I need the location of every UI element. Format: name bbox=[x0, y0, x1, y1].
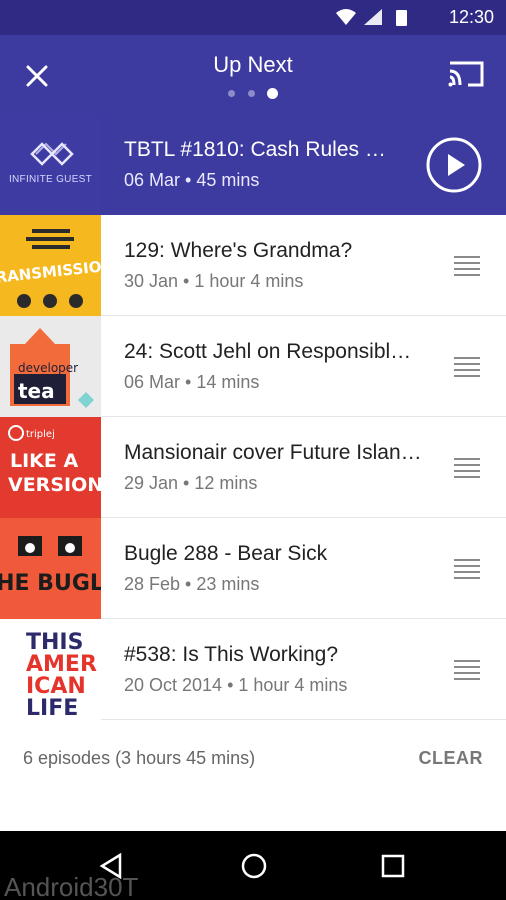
transmission-artwork-icon: TRANSMISSION bbox=[0, 215, 101, 316]
episode-queue: TRANSMISSION 129: Where's Grandma? 30 Ja… bbox=[0, 215, 506, 720]
watermark: Android30T bbox=[4, 872, 139, 900]
app-bar: Up Next bbox=[0, 35, 506, 114]
list-item[interactable]: developer tea 24: Scott Jehl on Responsi… bbox=[0, 316, 506, 417]
drag-handle-icon[interactable] bbox=[454, 457, 480, 479]
clear-button[interactable]: CLEAR bbox=[419, 748, 484, 769]
podcast-artwork: THIS AMER ICAN LIFE bbox=[0, 619, 101, 720]
now-playing-title: TBTL #1810: Cash Rules Everything Around… bbox=[124, 138, 394, 161]
this-american-life-artwork-icon: THIS AMER ICAN LIFE bbox=[0, 619, 101, 720]
page-title: Up Next bbox=[213, 52, 293, 77]
now-playing-meta: 06 Mar • 45 mins bbox=[124, 170, 260, 190]
episode-meta: 06 Mar • 14 mins bbox=[124, 372, 260, 392]
now-playing[interactable]: INFINITE GUEST TBTL #1810: Cash Rules Ev… bbox=[0, 114, 506, 215]
nav-bar: Android30T bbox=[0, 831, 506, 900]
status-time: 12:30 bbox=[448, 7, 494, 27]
episode-title: Mansionair cover Future Islands bbox=[124, 441, 422, 464]
infinite-guest-logo-icon bbox=[30, 142, 74, 166]
status-icons bbox=[336, 9, 407, 26]
podcast-artwork: developer tea bbox=[0, 316, 101, 417]
page-dot bbox=[247, 90, 255, 98]
list-item[interactable]: THIS AMER ICAN LIFE #538: Is This Workin… bbox=[0, 619, 506, 720]
podcast-artwork: TRANSMISSION bbox=[0, 215, 101, 316]
drag-handle-icon[interactable] bbox=[454, 659, 480, 681]
svg-text:THE BUGLE: THE BUGLE bbox=[0, 571, 101, 596]
podcast-artwork: INFINITE GUEST bbox=[0, 114, 101, 215]
svg-text:developer: developer bbox=[18, 361, 78, 375]
svg-text:LIFE: LIFE bbox=[26, 696, 78, 720]
queue-footer: 6 episodes (3 hours 45 mins) CLEAR bbox=[0, 722, 506, 794]
episode-meta: 20 Oct 2014 • 1 hour 4 mins bbox=[124, 675, 348, 695]
artwork-label: INFINITE GUEST bbox=[8, 174, 93, 185]
drag-handle-icon[interactable] bbox=[454, 558, 480, 580]
home-icon[interactable] bbox=[239, 851, 269, 881]
status-bar: 12:30 bbox=[0, 0, 506, 35]
drag-handle-icon[interactable] bbox=[454, 356, 480, 378]
signal-icon bbox=[364, 9, 382, 25]
the-bugle-artwork-icon: THE BUGLE bbox=[0, 518, 101, 619]
cast-icon[interactable] bbox=[446, 57, 486, 91]
episode-title: 24: Scott Jehl on Responsible Web Design bbox=[124, 340, 422, 363]
podcast-artwork: triplej LIKE A VERSION bbox=[0, 417, 101, 518]
queue-summary: 6 episodes (3 hours 45 mins) bbox=[23, 748, 256, 768]
svg-text:LIKE A: LIKE A bbox=[10, 450, 78, 472]
episode-meta: 30 Jan • 1 hour 4 mins bbox=[124, 271, 304, 291]
page-dot bbox=[228, 90, 236, 98]
page-dot-active bbox=[266, 88, 278, 100]
podcast-artwork: THE BUGLE bbox=[0, 518, 101, 619]
recents-icon[interactable] bbox=[378, 851, 408, 881]
svg-text:VERSION: VERSION bbox=[8, 474, 101, 496]
episode-title: #538: Is This Working? bbox=[124, 643, 338, 666]
wifi-icon bbox=[336, 9, 356, 25]
drag-handle-icon[interactable] bbox=[454, 255, 480, 277]
play-icon[interactable] bbox=[426, 137, 482, 193]
list-item[interactable]: triplej LIKE A VERSION Mansionair cover … bbox=[0, 417, 506, 518]
episode-meta: 28 Feb • 23 mins bbox=[124, 574, 260, 594]
developer-tea-artwork-icon: developer tea bbox=[0, 316, 101, 417]
like-a-version-artwork-icon: triplej LIKE A VERSION bbox=[0, 417, 101, 518]
episode-title: 129: Where's Grandma? bbox=[124, 239, 353, 262]
list-item[interactable]: THE BUGLE Bugle 288 - Bear Sick 28 Feb •… bbox=[0, 518, 506, 619]
episode-meta: 29 Jan • 12 mins bbox=[124, 473, 258, 493]
episode-title: Bugle 288 - Bear Sick bbox=[124, 542, 328, 565]
svg-text:triplej: triplej bbox=[26, 429, 55, 440]
page-indicator bbox=[0, 85, 506, 100]
battery-icon bbox=[396, 10, 407, 26]
svg-text:tea: tea bbox=[18, 379, 55, 403]
list-item[interactable]: TRANSMISSION 129: Where's Grandma? 30 Ja… bbox=[0, 215, 506, 316]
